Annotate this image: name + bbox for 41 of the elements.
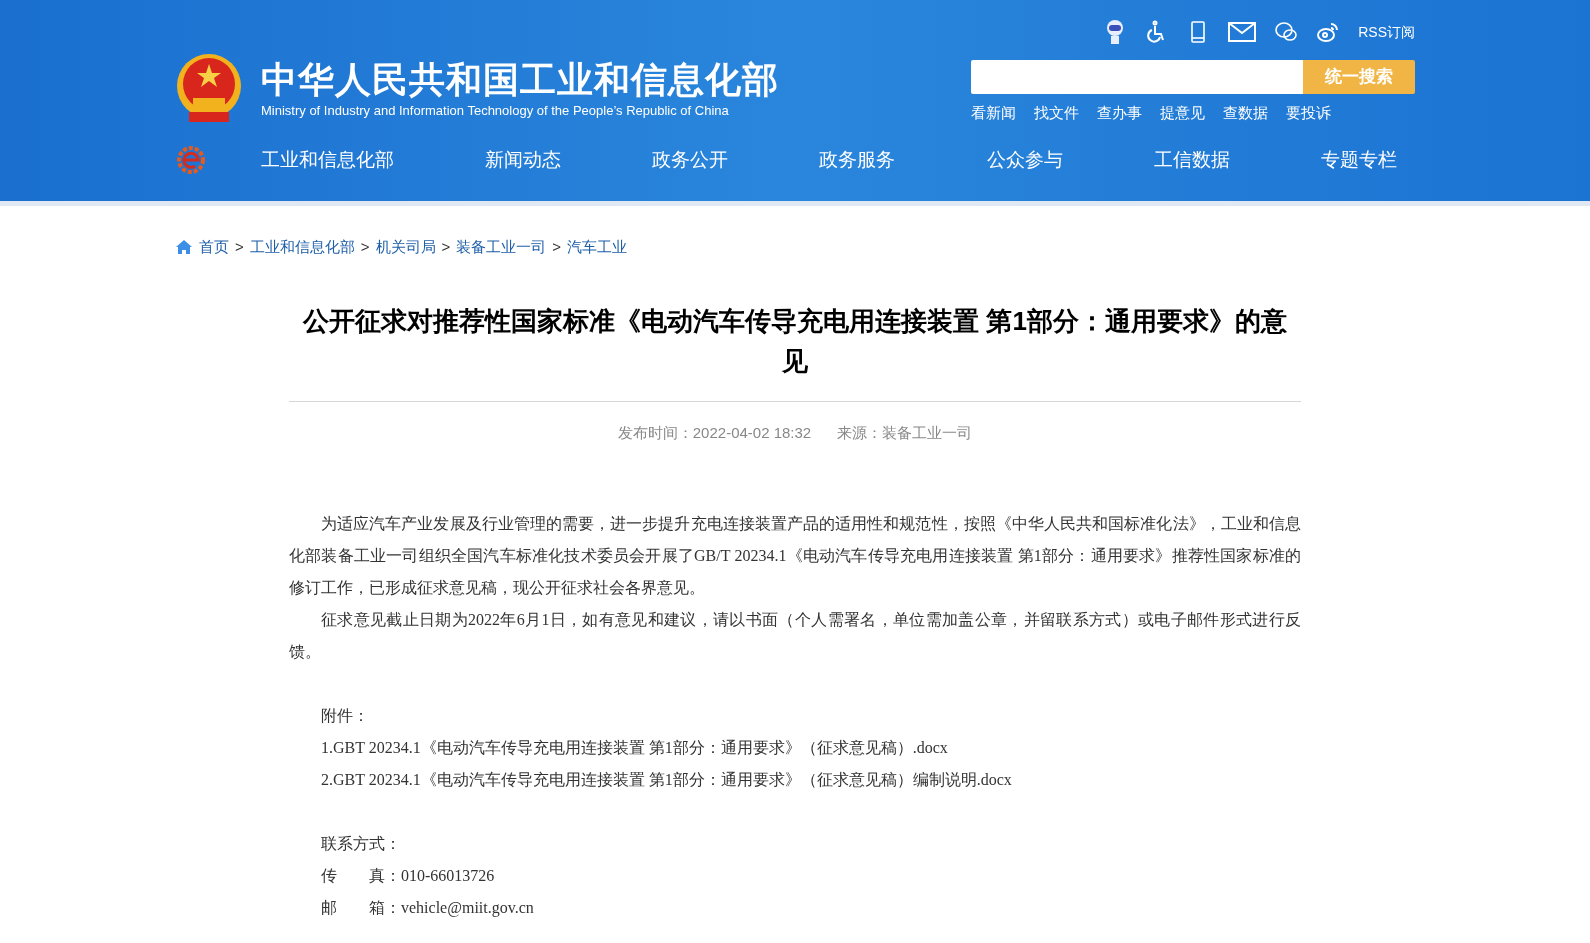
nav-tab[interactable]: 工业和信息化部 xyxy=(261,145,394,175)
body-paragraph: 为适应汽车产业发展及行业管理的需要，进一步提升充电连接装置产品的适用性和规范性，按照《中华人民共和国标准化法》，工业和信息化部装备工业一司组织全国汽车标准化技术委员会开展了GB/T 20234.1《电动汽车传导充电用连接装置 第1部分：通用要求》推荐性国家标准的修订工作，已形成征求意见稿，现公开征求社会各界意见。 xyxy=(289,514,1301,598)
quick-link[interactable]: 要投诉 xyxy=(1286,102,1331,125)
breadcrumb-link[interactable]: 装备工业一司 xyxy=(456,236,547,259)
search-field[interactable] xyxy=(971,60,1303,94)
breadcrumb-link[interactable]: 汽车工业 xyxy=(567,236,628,259)
body-paragraph: 征求意见截止日期为2022年6月1日，如有意见和建议，请以书面（个人需署名，单位需加盖公章，并留联系方式）或电子邮件形式进行反馈。 xyxy=(289,610,1301,662)
home-icon[interactable] xyxy=(175,239,193,256)
site-subtitle: Ministry of Industry and Information Technology of the People’s Republic of China xyxy=(261,102,730,120)
breadcrumb-separator: > xyxy=(552,237,562,257)
breadcrumb-separator: > xyxy=(360,237,370,257)
e-logo-icon xyxy=(175,145,207,175)
rss-link[interactable]: RSS订阅 xyxy=(1358,21,1415,43)
attachment-link[interactable]: 1.GBT 20234.1《电动汽车传导充电用连接装置 第1部分：通用要求》（征求意见稿）.docx xyxy=(321,732,1301,764)
breadcrumb-link[interactable]: 工业和信息化部 xyxy=(249,236,355,259)
article-source: 来源：装备工业一司 xyxy=(837,422,973,443)
breadcrumb-separator: > xyxy=(235,237,244,257)
nav-tab[interactable]: 公众参与 xyxy=(986,145,1063,175)
nav-tab[interactable]: 政务公开 xyxy=(652,145,729,175)
publish-time: 发布时间：2022-04-02 18:32 xyxy=(617,422,812,443)
quick-link[interactable]: 看新闻 xyxy=(971,102,1016,125)
contact-line: 传 真：010-66013726 xyxy=(321,866,496,886)
chat-bubbles-icon[interactable] xyxy=(1274,20,1299,44)
contact-line: 邮 箱：vehicle@miit.gov.cn xyxy=(321,898,535,919)
breadcrumb-separator: > xyxy=(441,237,451,257)
contact-label: 联系方式： xyxy=(321,834,402,854)
nav-tab[interactable]: 新闻动态 xyxy=(485,145,562,175)
nav-tab[interactable]: 专题专栏 xyxy=(1320,145,1397,175)
attachments-label: 附件： xyxy=(321,706,370,726)
nav-tab[interactable]: 工信数据 xyxy=(1153,145,1230,175)
mail-icon[interactable] xyxy=(1228,20,1257,44)
attachment-link[interactable]: 2.GBT 20234.1《电动汽车传导充电用连接装置 第1部分：通用要求》（征求意见稿）编制说明.docx xyxy=(321,764,1301,796)
quick-link[interactable]: 查数据 xyxy=(1223,102,1268,125)
article-title: 公开征求对推荐性国家标准《电动汽车传导充电用连接装置 第1部分：通用要求》的意见 xyxy=(301,304,1288,378)
breadcrumb-link[interactable]: 首页 xyxy=(199,236,229,259)
site-title: 中华人民共和国工业和信息化部 xyxy=(261,58,779,102)
quick-link[interactable]: 找文件 xyxy=(1034,102,1079,125)
quick-link[interactable]: 查办事 xyxy=(1097,102,1142,125)
breadcrumb-link[interactable]: 机关司局 xyxy=(375,236,436,259)
quick-link[interactable]: 提意见 xyxy=(1160,102,1205,125)
nav-tab[interactable]: 政务服务 xyxy=(819,145,896,175)
